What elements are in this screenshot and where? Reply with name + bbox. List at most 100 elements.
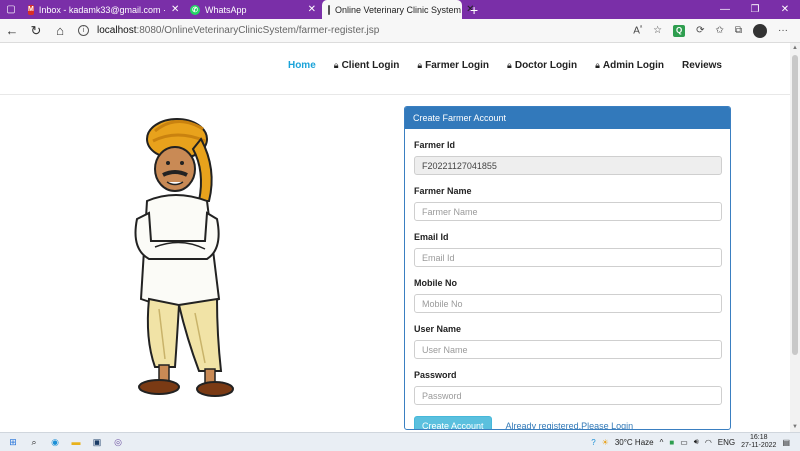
nav-home[interactable]: Home [288, 60, 316, 71]
read-aloud-icon[interactable]: Aᵃ [633, 25, 642, 36]
page-icon [328, 4, 330, 15]
close-tab-icon[interactable]: ✕ [171, 4, 179, 15]
tray-chevron-icon[interactable]: ^ [660, 438, 664, 447]
farmer-id-input[interactable] [414, 156, 722, 175]
volume-icon[interactable]: 🔊︎ [694, 437, 699, 447]
app-icon[interactable]: ◎ [112, 436, 124, 448]
scroll-up-icon[interactable]: ▲ [792, 45, 798, 51]
extension-icon[interactable]: Q [673, 24, 686, 37]
favorites-icon[interactable]: ✩ [715, 25, 723, 36]
nav-doctor-login[interactable]: 🔒︎ Doctor Login [507, 60, 577, 71]
windows-start-icon[interactable]: ⊞ [7, 436, 19, 448]
address-bar: ← ↻ ⌂ i localhost:8080/OnlineVeterinaryC… [0, 19, 800, 43]
password-group: Password [414, 370, 722, 405]
more-menu-icon[interactable]: ··· [778, 25, 788, 36]
collections-icon[interactable]: ⧉ [735, 25, 742, 36]
farmer-illustration [134, 118, 234, 397]
profile-avatar[interactable] [753, 23, 767, 38]
whatsapp-icon: ✆ [190, 4, 200, 15]
web-page: Home 🔒︎ Client Login 🔒︎ Farmer Login 🔒︎ Doc… [0, 43, 790, 432]
battery-icon[interactable]: ▭ [680, 438, 688, 447]
farmer-name-label: Farmer Name [414, 186, 472, 196]
tab-online-veterinary[interactable]: Online Veterinary Clinic System ✕ [322, 0, 474, 19]
url-field[interactable]: i localhost:8080/OnlineVeterinaryClinicS… [78, 21, 558, 41]
weather-icon: ☀ [601, 437, 609, 447]
create-account-button[interactable]: Create Account [414, 416, 492, 429]
lock-icon: 🔒︎ [507, 60, 512, 70]
browser-toolbar: Aᵃ ☆ Q ⟳ ✩ ⧉ ··· [633, 23, 800, 38]
email-input[interactable] [414, 248, 722, 267]
nav-admin-login[interactable]: 🔒︎ Admin Login [595, 60, 664, 71]
password-input[interactable] [414, 386, 722, 405]
tab-whatsapp[interactable]: ✆ WhatsApp ✕ [184, 0, 322, 19]
username-label: User Name [414, 324, 462, 334]
read-aloud-label: A [633, 25, 640, 37]
tray-extension-icon[interactable]: ■ [669, 438, 674, 447]
mobile-group: Mobile No [414, 278, 722, 313]
site-navbar: Home 🔒︎ Client Login 🔒︎ Farmer Login 🔒︎ Doc… [0, 43, 790, 95]
farmer-id-label: Farmer Id [414, 140, 456, 150]
tab-title: Online Veterinary Clinic System [335, 4, 462, 15]
window-menu-icon[interactable]: ▢ [0, 0, 22, 19]
minimize-icon[interactable]: — [710, 4, 740, 15]
clock-time: 16:18 [750, 434, 768, 441]
search-icon[interactable]: ⌕ [28, 436, 40, 448]
nav-client-login[interactable]: 🔒︎ Client Login [334, 60, 400, 71]
clock-date: 27-11-2022 [741, 442, 777, 449]
favorite-star-icon[interactable]: ☆ [653, 25, 662, 36]
tab-gmail[interactable]: M Inbox - kadamk33@gmail.com · ✕ [22, 0, 184, 19]
username-group: User Name [414, 324, 722, 359]
nav-label: Reviews [681, 60, 722, 71]
edge-icon[interactable]: ◉ [49, 436, 61, 448]
email-group: Email Id [414, 232, 722, 267]
window-controls: — ❐ ✕ [710, 0, 800, 19]
back-icon[interactable]: ← [0, 19, 24, 43]
lang-label[interactable]: ENG [718, 438, 735, 447]
farmer-id-group: Farmer Id [414, 140, 722, 175]
nav-label: Admin Login [602, 60, 664, 71]
create-farmer-account-panel: Create Farmer Account Farmer Id Farmer N… [404, 106, 731, 430]
windows-taskbar: ⊞ ⌕ ◉ ▬ ▣ ◎ ? ☀ 30°C Haze ^ ■ ▭ 🔊︎ ◠ ENG… [0, 432, 800, 451]
reload-icon[interactable]: ↻ [24, 19, 48, 43]
close-window-icon[interactable]: ✕ [770, 4, 800, 15]
url-path: :8080/OnlineVeterinaryClinicSystem/farme… [136, 25, 380, 36]
email-label: Email Id [414, 232, 449, 242]
restore-icon[interactable]: ❐ [740, 4, 770, 15]
browser-tab-strip: ▢ M Inbox - kadamk33@gmail.com · ✕ ✆ Wha… [0, 0, 800, 19]
new-tab-button[interactable]: + [462, 0, 486, 19]
nav-farmer-login[interactable]: 🔒︎ Farmer Login [417, 60, 489, 71]
scroll-down-icon[interactable]: ▼ [792, 424, 798, 430]
farmer-name-group: Farmer Name [414, 186, 722, 221]
username-input[interactable] [414, 340, 722, 359]
close-tab-icon[interactable]: ✕ [308, 4, 316, 15]
farmer-name-input[interactable] [414, 202, 722, 221]
nav-reviews[interactable]: Reviews [682, 60, 722, 71]
terminal-icon[interactable]: ▣ [91, 436, 103, 448]
nav-label: Doctor Login [514, 60, 578, 71]
nav-label: Client Login [341, 60, 400, 71]
tab-title: Inbox - kadamk33@gmail.com · [38, 4, 167, 15]
tab-title: WhatsApp [205, 4, 247, 15]
page-scrollbar[interactable]: ▲ ▼ [790, 43, 800, 432]
home-icon[interactable]: ⌂ [48, 19, 72, 43]
password-label: Password [414, 370, 457, 380]
gmail-icon: M [28, 4, 34, 15]
scrollbar-thumb[interactable] [792, 55, 798, 355]
nav-label: Farmer Login [425, 60, 490, 71]
lock-icon: 🔒︎ [417, 60, 423, 70]
mobile-input[interactable] [414, 294, 722, 313]
panel-title: Create Farmer Account [405, 107, 730, 129]
weather-text[interactable]: 30°C Haze [615, 438, 654, 447]
help-icon[interactable]: ? [591, 438, 595, 447]
file-explorer-icon[interactable]: ▬ [70, 436, 82, 448]
lock-icon: 🔒︎ [595, 60, 600, 70]
site-info-icon[interactable]: i [78, 25, 89, 36]
url-host: localhost [97, 25, 137, 36]
login-link[interactable]: Already registered,Please Login [506, 421, 634, 429]
clock[interactable]: 16:18 27-11-2022 [741, 434, 776, 450]
refresh-extension-icon[interactable]: ⟳ [696, 25, 704, 36]
notifications-icon[interactable]: ▤ [782, 438, 790, 447]
mobile-label: Mobile No [414, 278, 457, 288]
wifi-icon[interactable]: ◠ [705, 438, 712, 447]
nav-label: Home [287, 60, 316, 71]
